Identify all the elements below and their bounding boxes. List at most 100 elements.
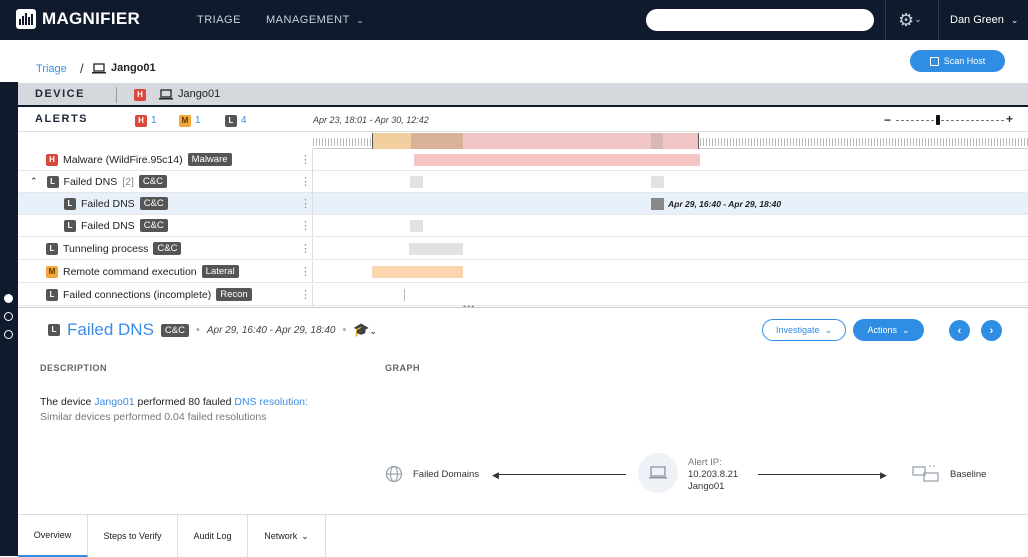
timeline-ruler[interactable] — [313, 132, 1028, 149]
alert-row[interactable]: L Failed DNS C&C ⋮ — [18, 215, 1028, 237]
timeline-bar[interactable] — [410, 220, 423, 232]
timeline-bar[interactable] — [404, 289, 405, 301]
graph-baseline[interactable]: Baseline — [950, 469, 986, 480]
kebab-menu-icon[interactable]: ⋮ — [300, 265, 311, 278]
divider — [312, 238, 313, 260]
settings-menu[interactable]: ⚙⌄ — [898, 10, 922, 31]
alert-count-low[interactable]: L4 — [225, 114, 247, 127]
alert-tag: Malware — [187, 153, 232, 166]
alert-row[interactable]: H Malware (WildFire.95c14) Malware ⋮ — [18, 149, 1028, 171]
alert-tag: C&C — [138, 175, 167, 188]
divider — [312, 193, 313, 215]
severity-badge: L — [46, 175, 59, 188]
kebab-menu-icon[interactable]: ⋮ — [300, 242, 311, 255]
actions-button[interactable]: Actions ⌄ — [853, 319, 924, 341]
tab-steps-to-verify[interactable]: Steps to Verify — [88, 515, 178, 557]
zoom-out-icon[interactable]: − — [884, 113, 891, 127]
timeline-bar[interactable] — [409, 243, 463, 255]
timeline-bar[interactable] — [651, 176, 664, 188]
tab-overview[interactable]: Overview — [18, 515, 88, 557]
alert-row-group[interactable]: ⌃ L Failed DNS [2] C&C ⋮ — [18, 171, 1028, 193]
alert-row-selected[interactable]: L Failed DNS C&C ⋮ Apr 29, 16:40 - Apr 2… — [18, 193, 1028, 215]
alert-count: [2] — [122, 175, 134, 188]
scan-icon — [929, 56, 939, 66]
search-input[interactable] — [646, 9, 874, 31]
alert-host: Jango01 — [688, 481, 725, 492]
severity-badge: M — [179, 115, 191, 127]
chevron-down-icon: ⌄ — [824, 324, 833, 335]
detail-title: L Failed DNS C&C • Apr 29, 16:40 - Apr 2… — [48, 320, 377, 340]
chevron-up-icon[interactable]: ⌃ — [30, 176, 38, 187]
tab-network[interactable]: Network ⌄ — [248, 515, 326, 557]
nav-management[interactable]: MANAGEMENT ⌄ — [266, 14, 364, 26]
alert-name: Failed connections (incomplete) — [63, 288, 212, 301]
next-alert-button[interactable]: › — [981, 320, 1002, 341]
timeline-bar[interactable] — [651, 198, 664, 210]
bullet: • — [195, 324, 200, 336]
dns-resolution-link[interactable]: DNS resolution: — [234, 396, 308, 408]
desc-text: performed 80 fauled — [134, 396, 235, 408]
alert-row[interactable]: L Failed connections (incomplete) Recon … — [18, 284, 1028, 306]
alert-ip-value: 10.203.8.21 — [688, 469, 739, 480]
alert-name: Tunneling process — [63, 242, 149, 255]
pager-dot-active[interactable] — [4, 294, 13, 303]
scan-host-button[interactable]: Scan Host — [910, 50, 1005, 72]
timeline-bar[interactable] — [414, 154, 700, 166]
device-name: Jango01 — [178, 88, 221, 100]
device-link[interactable]: Jango01 — [94, 396, 134, 408]
chevron-down-icon: ⌄ — [901, 324, 910, 335]
alert-row-label: L Failed connections (incomplete) Recon — [46, 288, 252, 301]
alert-ip-label: Alert IP: — [688, 457, 722, 468]
globe-icon — [385, 465, 403, 483]
desc-text: The device — [40, 396, 95, 408]
previous-alert-button[interactable]: ‹ — [949, 320, 970, 341]
chevron-down-icon: ⌄ — [369, 326, 378, 336]
laptop-icon — [159, 89, 173, 100]
pager-dot[interactable] — [4, 330, 13, 339]
severity-badge: L — [46, 242, 58, 255]
graduation-cap-icon[interactable]: 🎓⌄ — [353, 322, 377, 338]
graph-arrow-right — [758, 474, 884, 475]
bullet: • — [342, 324, 347, 336]
graph-center-node[interactable] — [638, 453, 678, 493]
kebab-menu-icon[interactable]: ⋮ — [300, 219, 311, 232]
nav-triage[interactable]: TRIAGE — [197, 14, 241, 26]
kebab-menu-icon[interactable]: ⋮ — [300, 175, 311, 188]
devices-icon — [912, 464, 942, 485]
timeline-bar[interactable] — [372, 266, 463, 278]
zoom-slider[interactable]: − + — [884, 112, 1016, 128]
timeline-bar[interactable] — [410, 176, 423, 188]
alert-row[interactable]: L Tunneling process C&C ⋮ — [18, 238, 1028, 260]
alert-row-label: L Failed DNS C&C — [64, 219, 168, 232]
graph-failed-domains[interactable]: Failed Domains — [413, 469, 479, 480]
alert-count-medium[interactable]: M1 — [179, 114, 201, 127]
breadcrumb-triage[interactable]: Triage — [36, 63, 67, 75]
severity-badge: M — [46, 265, 58, 278]
count: 1 — [151, 115, 157, 126]
top-navbar: MAGNIFIER TRIAGE MANAGEMENT ⌄ ⚙⌄ Dan Gre… — [0, 0, 1028, 40]
user-name: Dan Green — [950, 14, 1004, 26]
count: 1 — [195, 115, 201, 126]
alert-count-high[interactable]: H1 — [135, 114, 157, 127]
arrow-head-left: ◀ — [492, 470, 499, 480]
device-severity-badge: H — [134, 89, 146, 101]
zoom-handle[interactable] — [936, 115, 940, 125]
detail-alert-name: Failed DNS — [67, 320, 154, 339]
kebab-menu-icon[interactable]: ⋮ — [300, 153, 311, 166]
kebab-menu-icon[interactable]: ⋮ — [300, 288, 311, 301]
zoom-in-icon[interactable]: + — [1006, 112, 1013, 126]
alert-name: Failed DNS — [81, 197, 135, 210]
app-logo[interactable]: MAGNIFIER — [16, 9, 140, 29]
alerts-section-label: ALERTS — [35, 113, 88, 125]
pager-dot[interactable] — [4, 312, 13, 321]
user-menu[interactable]: Dan Green ⌄ — [950, 14, 1018, 26]
alert-row[interactable]: M Remote command execution Lateral ⋮ — [18, 261, 1028, 283]
alert-name: Remote command execution — [63, 265, 197, 278]
description-header: DESCRIPTION — [40, 363, 108, 373]
kebab-menu-icon[interactable]: ⋮ — [300, 197, 311, 210]
arrow-head-right: ▶ — [880, 470, 887, 480]
timeline-window-overlap — [411, 133, 463, 149]
investigate-button[interactable]: Investigate ⌄ — [762, 319, 846, 341]
graph-arrow-left — [496, 474, 626, 475]
tab-audit-log[interactable]: Audit Log — [178, 515, 248, 557]
